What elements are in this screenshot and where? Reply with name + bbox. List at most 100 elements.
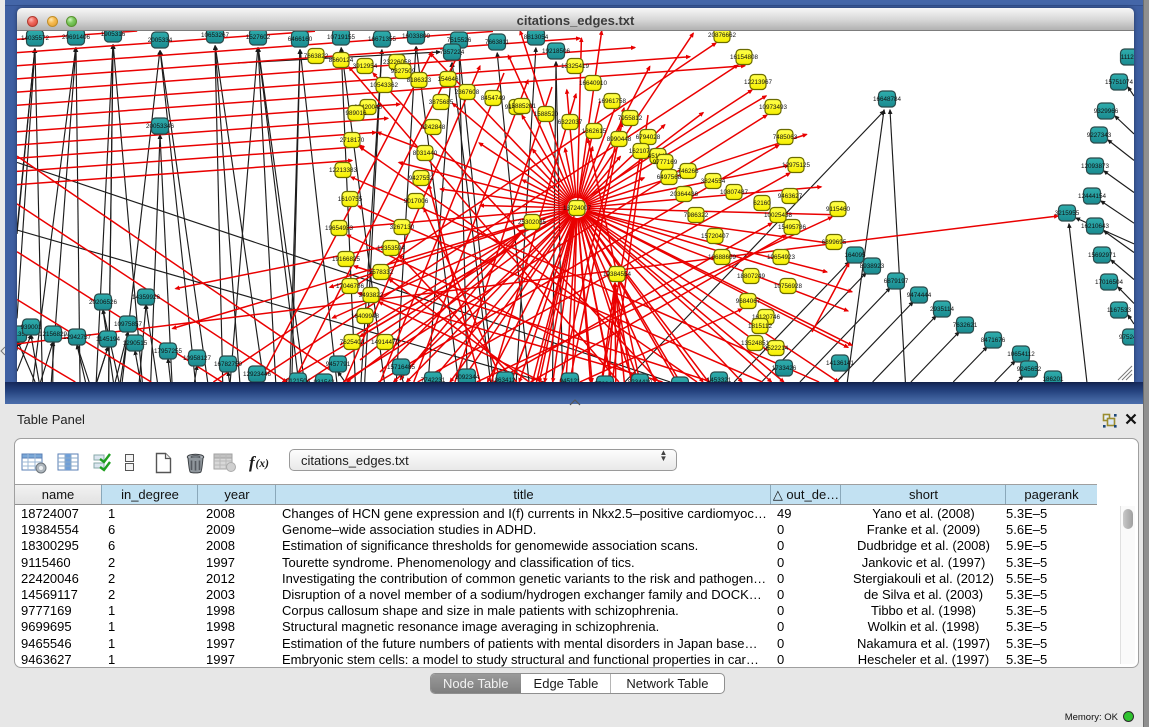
svg-text:1453321: 1453321 xyxy=(707,377,732,382)
svg-text:9684067: 9684067 xyxy=(736,298,761,305)
svg-text:10756928: 10756928 xyxy=(774,283,803,290)
svg-text:7663822: 7663822 xyxy=(304,53,329,60)
svg-text:3493822: 3493822 xyxy=(359,292,384,299)
svg-text:9427552: 9427552 xyxy=(409,175,434,182)
svg-text:19384554: 19384554 xyxy=(603,271,632,278)
svg-text:19654933: 19654933 xyxy=(325,225,354,232)
svg-text:14136141: 14136141 xyxy=(826,360,855,367)
svg-text:16409948: 16409948 xyxy=(351,313,380,320)
svg-text:20206526: 20206526 xyxy=(89,299,118,306)
svg-text:3912954: 3912954 xyxy=(353,63,378,70)
svg-text:19166825: 19166825 xyxy=(332,256,361,263)
svg-text:1290515: 1290515 xyxy=(123,340,148,347)
svg-text:3875685: 3875685 xyxy=(429,99,454,106)
svg-text:14359926: 14359926 xyxy=(132,294,161,301)
svg-text:12923446: 12923446 xyxy=(243,371,272,378)
svg-text:1167533: 1167533 xyxy=(1107,307,1132,314)
svg-text:945121: 945121 xyxy=(559,378,581,382)
svg-text:13325419: 13325419 xyxy=(561,63,590,70)
svg-text:12444154: 12444154 xyxy=(1078,193,1107,200)
svg-text:9017006: 9017006 xyxy=(404,198,429,205)
svg-text:6879197: 6879197 xyxy=(884,278,909,285)
svg-text:7357224: 7357224 xyxy=(440,49,465,56)
svg-text:6497568: 6497568 xyxy=(657,174,682,181)
svg-text:164095: 164095 xyxy=(844,252,866,259)
svg-text:9115460: 9115460 xyxy=(826,206,851,213)
svg-text:10654112: 10654112 xyxy=(1007,351,1035,358)
svg-text:16154808: 16154808 xyxy=(730,54,759,61)
svg-text:1610755: 1610755 xyxy=(338,196,363,203)
svg-text:12975125: 12975125 xyxy=(782,162,811,169)
svg-text:11123: 11123 xyxy=(1121,54,1134,61)
svg-text:16648784: 16648784 xyxy=(873,96,902,103)
svg-text:15720407: 15720407 xyxy=(701,233,730,240)
svg-text:3215955: 3215955 xyxy=(1055,210,1080,217)
svg-text:18724007: 18724007 xyxy=(563,205,592,212)
svg-text:1092344: 1092344 xyxy=(455,374,480,381)
svg-text:989016: 989016 xyxy=(345,110,367,117)
svg-text:6322037: 6322037 xyxy=(558,119,583,126)
svg-text:6466160: 6466160 xyxy=(288,36,313,43)
svg-text:1362615: 1362615 xyxy=(582,128,607,135)
svg-text:8990448: 8990448 xyxy=(607,136,632,143)
svg-text:12942757: 12942757 xyxy=(63,334,92,341)
svg-text:16671355: 16671355 xyxy=(368,36,397,43)
svg-text:10973493: 10973493 xyxy=(759,104,788,111)
svg-text:(x): (x) xyxy=(256,458,270,470)
svg-text:25302035: 25302035 xyxy=(518,219,547,226)
svg-text:8186323: 8186323 xyxy=(407,77,432,84)
svg-text:3578332: 3578332 xyxy=(369,269,394,276)
svg-text:3824554: 3824554 xyxy=(701,178,726,185)
svg-text:9457791: 9457791 xyxy=(326,361,351,368)
svg-text:10958127: 10958127 xyxy=(183,355,212,362)
svg-text:19218506: 19218506 xyxy=(542,48,571,55)
svg-text:8938923: 8938923 xyxy=(860,263,885,270)
svg-text:9777169: 9777169 xyxy=(653,159,678,166)
svg-text:15692971: 15692971 xyxy=(1088,252,1117,259)
svg-text:12213967: 12213967 xyxy=(744,79,773,86)
svg-text:9227343: 9227343 xyxy=(1087,132,1112,139)
svg-text:7625402: 7625402 xyxy=(340,339,365,346)
svg-text:9245652: 9245652 xyxy=(1017,366,1042,373)
svg-text:10807487: 10807487 xyxy=(720,189,749,196)
svg-text:8454749: 8454749 xyxy=(481,95,506,102)
svg-text:16210643: 16210643 xyxy=(1081,223,1110,230)
svg-text:15495786: 15495786 xyxy=(778,224,807,231)
svg-text:9242848: 9242848 xyxy=(421,124,446,131)
svg-text:12213383: 12213383 xyxy=(329,167,358,174)
svg-text:10025438: 10025438 xyxy=(764,212,793,219)
svg-text:1527602: 1527602 xyxy=(246,34,271,41)
svg-text:1815112: 1815112 xyxy=(748,323,773,330)
svg-text:10543362: 10543362 xyxy=(370,82,399,89)
svg-text:17016504: 17016504 xyxy=(1095,279,1124,286)
svg-text:14914479: 14914479 xyxy=(371,339,400,346)
svg-text:1733426: 1733426 xyxy=(772,365,797,372)
svg-text:1588520: 1588520 xyxy=(534,111,559,118)
svg-text:939001: 939001 xyxy=(20,324,42,331)
svg-text:186201: 186201 xyxy=(1042,376,1064,382)
svg-text:2005334: 2005334 xyxy=(148,37,173,44)
svg-text:8660124: 8660124 xyxy=(329,57,354,64)
svg-text:20876662: 20876662 xyxy=(708,32,737,39)
svg-text:17046786: 17046786 xyxy=(336,283,365,290)
svg-text:6794028: 6794028 xyxy=(636,134,661,141)
svg-text:3267130: 3267130 xyxy=(390,224,415,231)
svg-text:2935114: 2935114 xyxy=(930,306,955,313)
svg-text:7663811: 7663811 xyxy=(485,39,510,46)
svg-text:8813054: 8813054 xyxy=(524,34,549,41)
svg-text:1905316: 1905316 xyxy=(101,31,126,38)
svg-text:62160: 62160 xyxy=(753,200,771,207)
svg-text:9463627: 9463627 xyxy=(778,193,803,200)
svg-text:16640910: 16640910 xyxy=(579,80,608,87)
svg-text:772341: 772341 xyxy=(594,381,616,382)
svg-text:20053346: 20053346 xyxy=(146,123,175,130)
svg-text:15885201: 15885201 xyxy=(508,103,537,110)
svg-text:10653267: 10653267 xyxy=(201,32,230,39)
svg-text:7742231: 7742231 xyxy=(421,377,446,382)
svg-text:20364436: 20364436 xyxy=(670,191,699,198)
svg-text:9752411: 9752411 xyxy=(1119,334,1134,341)
svg-text:12353594: 12353594 xyxy=(377,245,406,252)
svg-text:2718170: 2718170 xyxy=(340,137,365,144)
svg-text:14035572: 14035572 xyxy=(21,35,50,42)
svg-text:863412: 863412 xyxy=(494,377,516,382)
